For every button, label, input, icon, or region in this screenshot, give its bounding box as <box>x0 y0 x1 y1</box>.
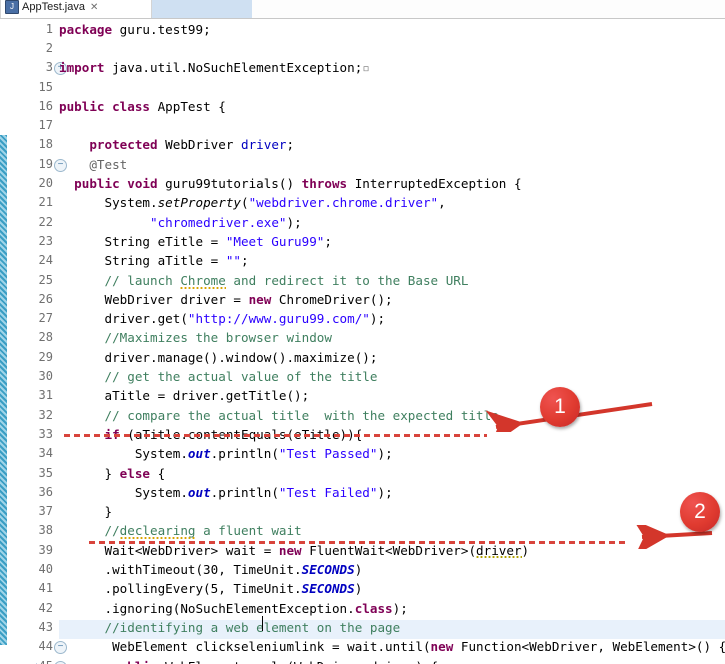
code-line: String eTitle = "Meet Guru99"; <box>59 233 332 249</box>
text-caret <box>262 616 263 631</box>
callout-label: 1 <box>554 395 566 418</box>
line-number: 31 <box>38 388 53 403</box>
code-line: System.out.println("Test Passed"); <box>59 446 393 462</box>
code-line: WebElement clickseleniumlink = wait.unti… <box>59 639 725 655</box>
code-line: aTitle = driver.getTitle(); <box>59 388 310 404</box>
changed-lines-marker <box>0 135 7 645</box>
line-number: 28 <box>38 330 53 345</box>
line-number: 18 <box>38 137 53 152</box>
line-number: 15 <box>38 79 53 94</box>
code-line: // launch Chrome and redirect it to the … <box>59 272 469 289</box>
close-icon[interactable]: ✕ <box>90 2 98 13</box>
code-line: } else { <box>59 465 166 481</box>
code-line: import java.util.NoSuchElementException;… <box>59 60 370 76</box>
error-underline-line-46 <box>89 541 627 544</box>
code-line: public WebElement apply(WebDriver driver… <box>59 657 438 664</box>
code-line: driver.get("http://www.guru99.com/"); <box>59 311 386 327</box>
code-line: System.setProperty("webdriver.chrome.dri… <box>59 195 446 211</box>
code-line: @Test <box>89 156 128 172</box>
code-line: } <box>59 504 113 520</box>
line-number: 41 <box>38 581 53 596</box>
code-line: .ignoring(NoSuchElementException.class); <box>59 600 408 616</box>
code-line: //declearing a fluent wait <box>59 523 302 540</box>
code-line: driver.manage().window().maximize(); <box>59 349 378 365</box>
line-number: 23 <box>38 233 53 248</box>
code-editor[interactable]: 1 2 3 +15 16 17 18 19−20 21 22 23 24 25 26 27 28 29 30 31 3… <box>0 19 725 664</box>
error-underline-line-39 <box>64 434 487 437</box>
line-number: 42 <box>38 600 53 615</box>
code-content[interactable]: package guru.test99; import java.util.No… <box>59 19 725 664</box>
code-line: // get the actual value of the title <box>59 369 378 384</box>
line-number: 16 <box>38 98 53 113</box>
code-line: WebDriver driver = new ChromeDriver(); <box>59 291 393 307</box>
line-number: 43 <box>38 619 53 634</box>
code-line: // compare the actual title with the exp… <box>59 407 499 423</box>
line-number: 1 <box>45 21 53 36</box>
override-marker-icon: △ <box>33 661 43 664</box>
line-number: 24 <box>38 253 53 268</box>
line-number-gutter: 1 2 3 +15 16 17 18 19−20 21 22 23 24 25 26 27 28 29 30 31 3… <box>7 19 67 664</box>
callout-label: 2 <box>694 500 706 523</box>
line-number: 20 <box>38 176 53 190</box>
code-line: "chromedriver.exe"); <box>150 214 302 230</box>
line-number: 38 <box>38 523 53 538</box>
line-number: 3 <box>45 60 53 75</box>
tab-strip-inactive-area <box>152 0 252 18</box>
eclipse-java-editor-screenshot: J AppTest.java ✕ 1 2 3 +15 16 17 18 19−20 21 22 23… <box>0 0 725 664</box>
code-line: //identifying a web element on the page <box>59 619 401 635</box>
line-number: 21 <box>38 195 53 210</box>
code-line: public void guru99tutorials() throws Int… <box>74 176 522 191</box>
callout-badge-1: 1 <box>540 387 580 427</box>
line-number: 39 <box>38 542 53 557</box>
line-number: 27 <box>38 311 53 326</box>
line-number: 34 <box>38 446 53 461</box>
line-number: 2 <box>45 40 53 55</box>
line-number: 44 <box>38 639 53 654</box>
code-line: System.out.println("Test Failed"); <box>59 484 393 500</box>
java-file-icon: J <box>5 0 19 14</box>
line-number: 37 <box>38 504 53 519</box>
code-line: .pollingEvery(5, TimeUnit.SECONDS) <box>59 581 363 597</box>
line-number: 22 <box>38 214 53 229</box>
line-number: 40 <box>38 562 53 576</box>
line-number: 25 <box>38 272 53 287</box>
code-line: package guru.test99; <box>59 21 211 37</box>
line-number: 17 <box>38 118 53 133</box>
line-number: 30 <box>38 369 53 383</box>
tab-label: AppTest.java <box>22 1 85 13</box>
line-number: 32 <box>38 407 53 422</box>
code-line: public class AppTest { <box>59 98 226 114</box>
code-line: String aTitle = ""; <box>59 253 249 269</box>
line-number: 35 <box>38 465 53 480</box>
annotation-ruler[interactable] <box>0 19 7 664</box>
callout-badge-2: 2 <box>680 492 720 532</box>
code-line: //Maximizes the browser window <box>59 330 332 346</box>
line-number: 29 <box>38 349 53 364</box>
line-number: 19 <box>38 156 53 171</box>
code-line: .withTimeout(30, TimeUnit.SECONDS) <box>59 562 363 577</box>
editor-tab-bar: J AppTest.java ✕ <box>0 0 725 19</box>
code-line: protected WebDriver driver; <box>89 137 295 153</box>
tab-apptest-java[interactable]: J AppTest.java ✕ <box>0 0 152 18</box>
line-number: 33 <box>38 426 53 441</box>
line-number: 36 <box>38 484 53 499</box>
line-number: 26 <box>38 291 53 306</box>
